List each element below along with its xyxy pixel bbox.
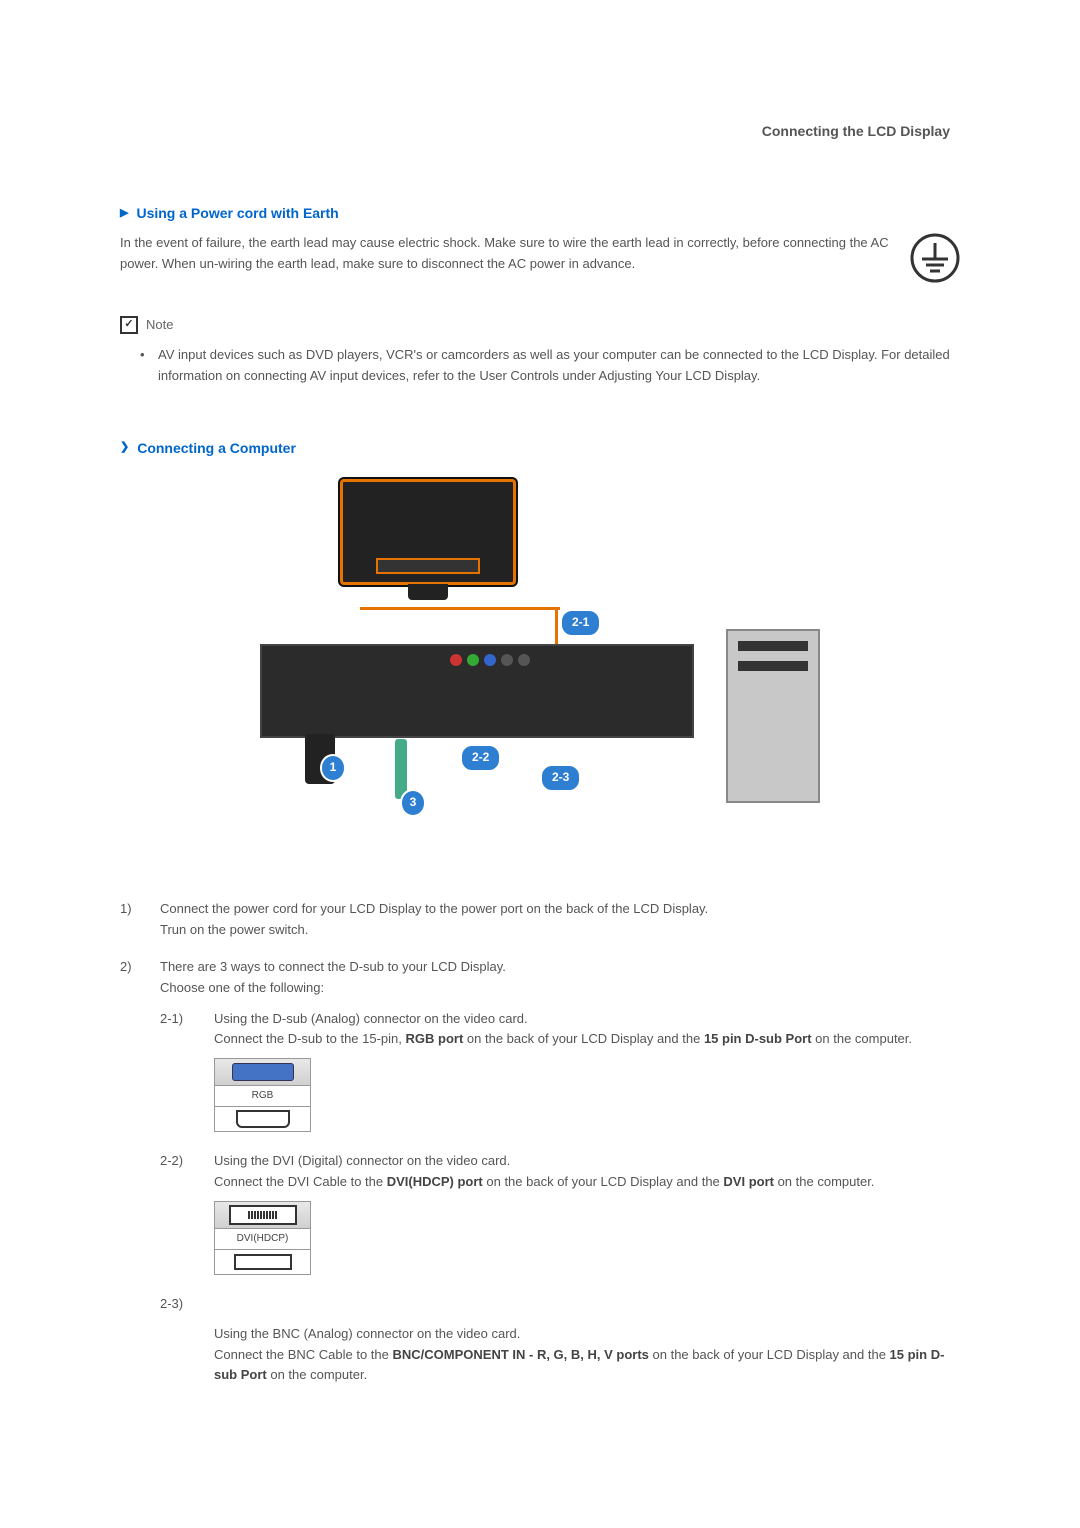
text-fragment: Connect the BNC Cable to the	[214, 1347, 393, 1362]
diagram-pc-tower	[726, 629, 820, 803]
diagram-pc-slot	[738, 641, 808, 651]
rgb-port-label: RGB	[215, 1086, 310, 1107]
step-number: 2)	[120, 957, 145, 1400]
sub21-line1: Using the D-sub (Analog) connector on th…	[214, 1009, 960, 1030]
diagram-label-3: 3	[400, 789, 426, 816]
check-icon: ✓	[120, 316, 138, 334]
diagram-label-2-3: 2-3	[540, 764, 581, 791]
keyword-dsub-port: 15 pin D-sub Port	[704, 1031, 812, 1046]
document-page: Connecting the LCD Display ▶ Using a Pow…	[0, 0, 1080, 1528]
earth-ground-icon	[910, 233, 960, 290]
sub-step-2-1: 2-1) Using the D-sub (Analog) connector …	[160, 1009, 960, 1138]
section2-heading-text: Connecting a Computer	[137, 437, 296, 459]
text-fragment: on the back of your LCD Display and the	[483, 1174, 724, 1189]
diagram-label-1: 1	[320, 754, 346, 781]
rgb-connector-icon	[232, 1063, 294, 1081]
instruction-list: 1) Connect the power cord for your LCD D…	[120, 899, 960, 1400]
dsub-shape-icon	[236, 1110, 290, 1128]
text-fragment: on the computer.	[774, 1174, 874, 1189]
diagram-port-dot	[518, 654, 530, 666]
text-fragment: Connect the DVI Cable to the	[214, 1174, 387, 1189]
text-fragment: on the computer.	[267, 1367, 367, 1382]
note-bullet-list: AV input devices such as DVD players, VC…	[120, 345, 960, 387]
keyword-dvi-port: DVI port	[723, 1174, 774, 1189]
section-heading-connecting-computer: ❯ Connecting a Computer	[120, 437, 960, 459]
step-1-line-a: Connect the power cord for your LCD Disp…	[160, 899, 960, 920]
sub-step-number: 2-2)	[160, 1151, 196, 1280]
text-fragment: on the computer.	[812, 1031, 912, 1046]
rgb-port-diagram: RGB	[214, 1058, 311, 1132]
step-number: 1)	[120, 899, 145, 941]
text-fragment: on the back of your LCD Display and the	[649, 1347, 890, 1362]
text-fragment: Connect the D-sub to the 15-pin,	[214, 1031, 406, 1046]
diagram-port-dot	[467, 654, 479, 666]
sub-step-2-3: 2-3) Using the BNC (Analog) connector on…	[160, 1294, 960, 1386]
dvi-shape-icon	[234, 1254, 292, 1270]
page-header-title: Connecting the LCD Display	[120, 120, 960, 142]
sub-step-list: 2-1) Using the D-sub (Analog) connector …	[160, 1009, 960, 1387]
keyword-bnc-ports: BNC/COMPONENT IN - R, G, B, H, V ports	[393, 1347, 649, 1362]
keyword-rgb-port: RGB port	[406, 1031, 464, 1046]
section-heading-power-cord: ▶ Using a Power cord with Earth	[120, 202, 960, 224]
note-bullet-item: AV input devices such as DVD players, VC…	[140, 345, 960, 387]
note-row: ✓ Note	[120, 315, 960, 336]
dvi-port-diagram: DVI(HDCP)	[214, 1201, 311, 1275]
diagram-port-dot	[501, 654, 513, 666]
text-fragment: on the back of your LCD Display and the	[463, 1031, 704, 1046]
diagram-monitor	[340, 479, 516, 585]
dvi-connector-icon	[229, 1205, 297, 1225]
earth-warning-block: In the event of failure, the earth lead …	[120, 233, 960, 290]
sub-step-2-2: 2-2) Using the DVI (Digital) connector o…	[160, 1151, 960, 1280]
note-label: Note	[146, 315, 173, 336]
dvi-port-label: DVI(HDCP)	[215, 1229, 310, 1250]
diagram-cable-line	[360, 607, 560, 610]
sub21-line2: Connect the D-sub to the 15-pin, RGB por…	[214, 1029, 960, 1050]
sub-step-number: 2-1)	[160, 1009, 196, 1138]
sub-step-number: 2-3)	[160, 1294, 196, 1386]
step-2: 2) There are 3 ways to connect the D-sub…	[120, 957, 960, 1400]
diagram-port-dot	[450, 654, 462, 666]
step-2-intro-b: Choose one of the following:	[160, 978, 960, 999]
keyword-dvi-hdcp-port: DVI(HDCP) port	[387, 1174, 483, 1189]
earth-warning-text: In the event of failure, the earth lead …	[120, 233, 900, 275]
diagram-label-2-2: 2-2	[460, 744, 501, 771]
diagram-pc-slot	[738, 661, 808, 671]
diagram-label-2-1: 2-1	[560, 609, 601, 636]
arrow-icon: ▶	[120, 205, 128, 223]
sub22-line2: Connect the DVI Cable to the DVI(HDCP) p…	[214, 1172, 960, 1193]
sub23-line2: Connect the BNC Cable to the BNC/COMPONE…	[214, 1345, 960, 1387]
step-1-line-b: Trun on the power switch.	[160, 920, 960, 941]
diagram-port-dot	[484, 654, 496, 666]
step-2-intro-a: There are 3 ways to connect the D-sub to…	[160, 957, 960, 978]
step-1: 1) Connect the power cord for your LCD D…	[120, 899, 960, 941]
connection-diagram: 2-1 2-2 2-3 1 3	[120, 479, 960, 859]
diagram-port-row	[450, 654, 530, 666]
sub22-line1: Using the DVI (Digital) connector on the…	[214, 1151, 960, 1172]
sub23-line1: Using the BNC (Analog) connector on the …	[214, 1324, 960, 1345]
double-arrow-icon: ❯	[120, 439, 129, 457]
section-heading-text: Using a Power cord with Earth	[136, 202, 338, 224]
diagram-monitor-port-strip	[376, 558, 480, 574]
